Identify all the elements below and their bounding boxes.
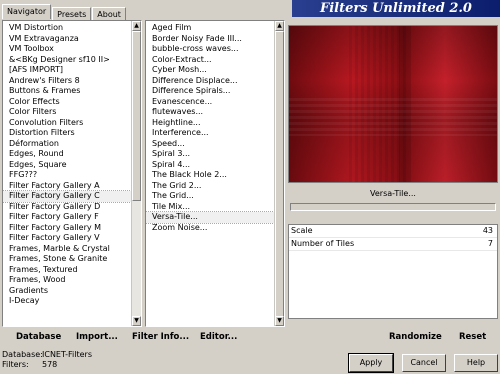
reset-button[interactable]: Reset bbox=[459, 332, 486, 342]
filter-info-button[interactable]: Filter Info... bbox=[132, 332, 189, 342]
category-list-item[interactable]: &<BKg Designer sf10 II> bbox=[3, 55, 141, 66]
database-button[interactable]: Database bbox=[16, 332, 61, 342]
filter-list-item[interactable]: Difference Spirals... bbox=[146, 86, 284, 97]
filter-list-item[interactable]: Border Noisy Fade III... bbox=[146, 34, 284, 45]
category-list-item[interactable]: FFG??? bbox=[3, 170, 141, 181]
category-list-item[interactable]: Andrew's Filters 8 bbox=[3, 76, 141, 87]
tab-bar: Navigator Presets About bbox=[2, 4, 127, 20]
filter-scroll-thumb[interactable] bbox=[275, 31, 284, 318]
tab-navigator[interactable]: Navigator bbox=[2, 4, 52, 19]
param-label: Number of Tiles bbox=[291, 239, 355, 248]
filter-list-item[interactable]: bubble-cross waves... bbox=[146, 44, 284, 55]
filter-list-item[interactable]: Versa-Tile... bbox=[146, 211, 284, 224]
help-button[interactable]: Help bbox=[454, 354, 498, 372]
category-list-item[interactable]: Filter Factory Gallery D bbox=[3, 202, 141, 213]
filter-list-item[interactable]: Cyber Mosh... bbox=[146, 65, 284, 76]
category-list-item[interactable]: I-Decay bbox=[3, 296, 141, 307]
filter-scrollbar[interactable]: ▲ ▼ bbox=[274, 21, 284, 326]
category-list-item[interactable]: Filter Factory Gallery C bbox=[3, 190, 141, 203]
filter-list-item[interactable]: Aged Film bbox=[146, 23, 284, 34]
category-list-item[interactable]: Distortion Filters bbox=[3, 128, 141, 139]
selected-filter-name: Versa-Tile... bbox=[370, 189, 416, 198]
category-list-item[interactable]: Frames, Stone & Granite bbox=[3, 254, 141, 265]
scroll-up-icon[interactable]: ▲ bbox=[275, 21, 284, 31]
filter-list-item[interactable]: flutewaves... bbox=[146, 107, 284, 118]
app-title: Filters Unlimited 2.0 bbox=[292, 0, 500, 17]
filter-list-item[interactable]: Spiral 3... bbox=[146, 149, 284, 160]
param-row-number-of-tiles[interactable]: Number of Tiles 7 bbox=[289, 238, 497, 251]
filter-list-item[interactable]: Evanescence... bbox=[146, 97, 284, 108]
category-list-item[interactable]: Frames, Textured bbox=[3, 265, 141, 276]
category-scrollbar[interactable]: ▲ ▼ bbox=[131, 21, 141, 326]
filter-list-item[interactable]: Heightline... bbox=[146, 118, 284, 129]
parameter-panel: Scale 43 Number of Tiles 7 bbox=[288, 224, 498, 319]
param-value: 7 bbox=[487, 239, 493, 248]
progress-bar bbox=[290, 203, 496, 211]
category-list-item[interactable]: Filter Factory Gallery F bbox=[3, 212, 141, 223]
filter-list-item[interactable]: Interference... bbox=[146, 128, 284, 139]
category-list-item[interactable]: VM Extravaganza bbox=[3, 34, 141, 45]
status-area: Database:ICNET-Filters Filters: 578 bbox=[2, 350, 92, 370]
category-list-item[interactable]: Frames, Marble & Crystal bbox=[3, 244, 141, 255]
filter-list-item[interactable]: Tile Mix... bbox=[146, 202, 284, 213]
database-label: Database: bbox=[2, 350, 43, 359]
category-list-item[interactable]: [AFS IMPORT] bbox=[3, 65, 141, 76]
category-list-item[interactable]: Buttons & Frames bbox=[3, 86, 141, 97]
category-list-item[interactable]: Filter Factory Gallery A bbox=[3, 181, 141, 192]
category-list-item[interactable]: Gradients bbox=[3, 286, 141, 297]
cancel-button[interactable]: Cancel bbox=[402, 354, 446, 372]
category-list[interactable]: VM Distortion VM Extravaganza VM Toolbox &<… bbox=[2, 20, 142, 327]
filter-list-item[interactable]: Color-Extract... bbox=[146, 55, 284, 66]
randomize-button[interactable]: Randomize bbox=[389, 332, 442, 342]
preview-image bbox=[288, 25, 498, 183]
scroll-down-icon[interactable]: ▼ bbox=[275, 316, 284, 326]
filter-list-item[interactable]: Zoom Noise... bbox=[146, 223, 284, 234]
import-button[interactable]: Import... bbox=[76, 332, 118, 342]
filter-list-item[interactable]: The Black Hole 2... bbox=[146, 170, 284, 181]
category-list-item[interactable]: Déformation bbox=[3, 139, 141, 150]
category-list-item[interactable]: VM Toolbox bbox=[3, 44, 141, 55]
category-scroll-thumb[interactable] bbox=[132, 31, 141, 201]
database-value: ICNET-Filters bbox=[42, 350, 93, 359]
category-list-item[interactable]: Color Effects bbox=[3, 97, 141, 108]
filter-list-item[interactable]: Difference Displace... bbox=[146, 76, 284, 87]
filter-list[interactable]: Aged Film Border Noisy Fade III... bubble-… bbox=[145, 20, 285, 327]
param-label: Scale bbox=[291, 226, 313, 235]
scroll-up-icon[interactable]: ▲ bbox=[132, 21, 141, 31]
category-list-item[interactable]: Color Filters bbox=[3, 107, 141, 118]
category-list-item[interactable]: Edges, Square bbox=[3, 160, 141, 171]
filter-list-item[interactable]: The Grid... bbox=[146, 191, 284, 202]
filter-list-item[interactable]: Spiral 4... bbox=[146, 160, 284, 171]
category-list-item[interactable]: Filter Factory Gallery M bbox=[3, 223, 141, 234]
apply-button[interactable]: Apply bbox=[348, 353, 394, 373]
category-list-item[interactable]: Convolution Filters bbox=[3, 118, 141, 129]
tab-presets[interactable]: Presets bbox=[52, 7, 92, 20]
category-list-item[interactable]: Frames, Wood bbox=[3, 275, 141, 286]
editor-button[interactable]: Editor... bbox=[200, 332, 237, 342]
tab-about[interactable]: About bbox=[92, 7, 126, 20]
filter-list-item[interactable]: Speed... bbox=[146, 139, 284, 150]
category-list-item[interactable]: VM Distortion bbox=[3, 23, 141, 34]
scroll-down-icon[interactable]: ▼ bbox=[132, 316, 141, 326]
category-list-item[interactable]: Filter Factory Gallery V bbox=[3, 233, 141, 244]
param-row-scale[interactable]: Scale 43 bbox=[289, 225, 497, 238]
filters-label: Filters: bbox=[2, 360, 29, 369]
filter-list-item[interactable]: The Grid 2... bbox=[146, 181, 284, 192]
filters-count: 578 bbox=[42, 360, 58, 369]
param-value: 43 bbox=[482, 226, 493, 235]
category-list-item[interactable]: Edges, Round bbox=[3, 149, 141, 160]
